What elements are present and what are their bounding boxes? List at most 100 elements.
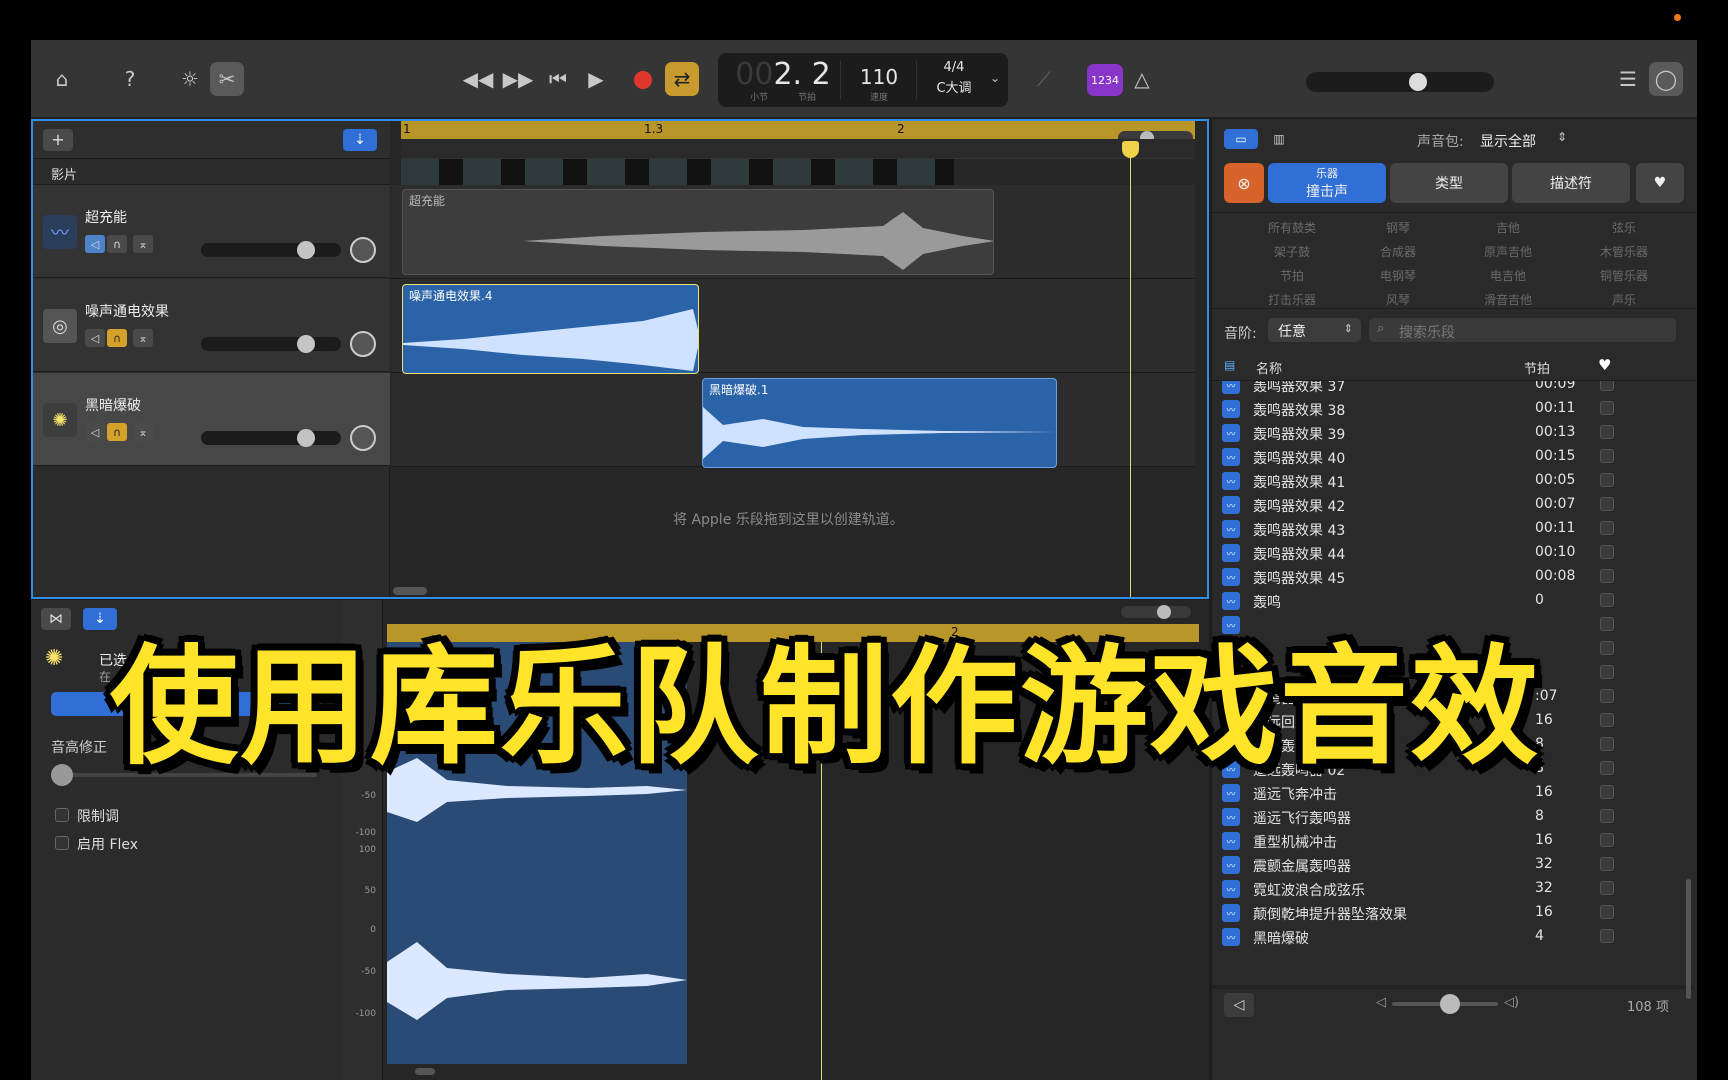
favorite-checkbox[interactable]	[1600, 401, 1614, 415]
tuner-icon[interactable]: ⟋	[1027, 62, 1061, 96]
region-supercharge[interactable]: 超充能	[402, 189, 994, 275]
help-icon[interactable]: ?	[113, 62, 147, 96]
editor-zoom-slider[interactable]	[1121, 605, 1191, 619]
favorite-checkbox[interactable]	[1600, 929, 1614, 943]
notepad-icon[interactable]: ☰	[1611, 62, 1645, 96]
category-item[interactable]: 原声吉他	[1448, 243, 1568, 260]
mute-icon[interactable]: ◁	[85, 329, 105, 347]
favorite-checkbox[interactable]	[1600, 809, 1614, 823]
lcd-display[interactable]: 002. 2 小节 节拍 110 速度 4/4 C大调 ⌄	[718, 53, 1008, 107]
favorite-checkbox[interactable]	[1600, 905, 1614, 919]
favorite-checkbox[interactable]	[1600, 593, 1614, 607]
pan-knob[interactable]	[350, 237, 376, 263]
category-item[interactable]: 声乐	[1564, 291, 1684, 308]
favorite-checkbox[interactable]	[1600, 545, 1614, 559]
tab-instrument[interactable]: 乐器 撞击声	[1268, 163, 1386, 203]
record-enable-icon[interactable]: ⌅	[133, 329, 153, 347]
category-item[interactable]: 打击乐器	[1232, 291, 1352, 308]
master-volume-knob[interactable]	[1409, 73, 1427, 91]
category-item[interactable]: 木管乐器	[1564, 243, 1684, 260]
volume-knob[interactable]	[297, 429, 315, 447]
category-item[interactable]: 铜管乐器	[1564, 267, 1684, 284]
type-column-icon[interactable]: ▤	[1224, 358, 1235, 372]
category-item[interactable]: 节拍	[1232, 267, 1352, 284]
editor-scrollbar[interactable]	[415, 1068, 435, 1075]
list-item[interactable]: 〰轰鸣器效果 43 00:11	[1212, 517, 1682, 541]
record-enable-icon[interactable]: ⌅	[133, 423, 153, 441]
list-item[interactable]: 〰重型机械冲击 16	[1212, 829, 1682, 853]
favorite-checkbox[interactable]	[1600, 425, 1614, 439]
horizontal-scrollbar[interactable]	[393, 587, 427, 595]
count-in-badge[interactable]: 1234	[1087, 64, 1123, 96]
reset-filter-button[interactable]: ⊗	[1224, 163, 1264, 203]
solo-headphones-icon[interactable]: ∩	[107, 329, 127, 347]
track-volume-slider[interactable]	[201, 335, 341, 353]
category-item[interactable]: 所有鼓类	[1232, 219, 1352, 236]
column-name[interactable]: 名称	[1256, 358, 1282, 377]
lcd-chevron-icon[interactable]: ⌄	[990, 71, 1000, 85]
favorite-checkbox[interactable]	[1600, 857, 1614, 871]
favorite-checkbox[interactable]	[1600, 521, 1614, 535]
favorite-column-heart-icon[interactable]: ♥	[1598, 356, 1611, 374]
list-item[interactable]: 〰黑暗爆破 4	[1212, 925, 1682, 949]
list-item[interactable]: 〰遥远飞行轰鸣器 8	[1212, 805, 1682, 829]
record-button[interactable]	[634, 71, 652, 89]
favorite-checkbox[interactable]	[1600, 881, 1614, 895]
editor-mode-icon[interactable]: ⋈	[41, 608, 71, 630]
soundpack-select[interactable]: 显示全部	[1480, 131, 1536, 151]
solo-headphones-icon[interactable]: ∩	[107, 235, 127, 253]
preview-volume-slider[interactable]	[1392, 994, 1498, 1014]
favorite-checkbox[interactable]	[1600, 381, 1614, 391]
smart-controls-icon[interactable]: ☼	[173, 62, 207, 96]
track-header-2[interactable]: ◎ 噪声通电效果 ◁ ∩ ⌅	[33, 279, 390, 372]
category-item[interactable]: 合成器	[1338, 243, 1458, 260]
list-item[interactable]: 〰轰鸣器效果 41 00:05	[1212, 469, 1682, 493]
list-item[interactable]: 〰轰鸣 0	[1212, 589, 1682, 613]
category-item[interactable]: 风琴	[1338, 291, 1458, 308]
category-item[interactable]: 弦乐	[1564, 219, 1684, 236]
playhead-handle[interactable]	[1122, 141, 1139, 158]
favorites-button[interactable]: ♥	[1636, 163, 1684, 203]
preview-volume-knob[interactable]	[1440, 994, 1460, 1014]
columns-view-icon[interactable]: ▥	[1262, 129, 1296, 149]
add-track-button[interactable]: +	[43, 129, 73, 151]
list-item[interactable]: 〰轰鸣器效果 38 00:11	[1212, 397, 1682, 421]
go-to-start-icon[interactable]: ⏮	[541, 62, 575, 96]
master-volume-slider[interactable]	[1306, 72, 1494, 92]
category-item[interactable]: 电吉他	[1448, 267, 1568, 284]
enable-flex-checkbox[interactable]	[55, 836, 69, 850]
category-item[interactable]: 滑音吉他	[1448, 291, 1568, 308]
volume-knob[interactable]	[297, 241, 315, 259]
column-beats[interactable]: 节拍	[1524, 358, 1550, 377]
mute-icon[interactable]: ◁	[85, 235, 105, 253]
play-icon[interactable]: ▶	[579, 62, 613, 96]
record-enable-icon[interactable]: ⌅	[133, 235, 153, 253]
rewind-icon[interactable]: ◀◀	[461, 62, 495, 96]
scale-select[interactable]: 任意 ⇕	[1268, 318, 1361, 342]
list-item[interactable]: 〰轰鸣器效果 39 00:13	[1212, 421, 1682, 445]
category-item[interactable]: 吉他	[1448, 219, 1568, 236]
library-icon[interactable]: ⌂	[45, 62, 79, 96]
list-item[interactable]: 〰轰鸣器效果 45 00:08	[1212, 565, 1682, 589]
track-volume-slider[interactable]	[201, 241, 341, 259]
cycle-ruler[interactable]: 1 1.3 2	[401, 121, 1195, 139]
editors-scissors-icon[interactable]: ✂	[210, 62, 244, 96]
results-scrollbar[interactable]	[1686, 879, 1691, 999]
loops-view-icon[interactable]: ▭	[1224, 129, 1258, 149]
playhead[interactable]	[1130, 141, 1131, 597]
list-item[interactable]: 〰轰鸣器效果 37 00:09	[1212, 381, 1682, 397]
region-dark-blast[interactable]: 黑暗爆破.1	[702, 378, 1057, 468]
favorite-checkbox[interactable]	[1600, 833, 1614, 847]
list-item[interactable]: 〰颠倒乾坤提升器坠落效果 16	[1212, 901, 1682, 925]
mute-icon[interactable]: ◁	[85, 423, 105, 441]
solo-headphones-icon[interactable]: ∩	[107, 423, 127, 441]
list-item[interactable]: 〰轰鸣器效果 40 00:15	[1212, 445, 1682, 469]
track-volume-slider[interactable]	[201, 429, 341, 447]
list-item[interactable]: 〰震颤金属轰鸣器 32	[1212, 853, 1682, 877]
catch-playhead-icon[interactable]: ⇣	[343, 129, 377, 151]
favorite-checkbox[interactable]	[1600, 473, 1614, 487]
volume-knob[interactable]	[297, 335, 315, 353]
favorite-checkbox[interactable]	[1600, 569, 1614, 583]
list-item[interactable]: 〰轰鸣器效果 44 00:10	[1212, 541, 1682, 565]
track-header-1[interactable]: 〰 超充能 ◁ ∩ ⌅	[33, 185, 390, 278]
